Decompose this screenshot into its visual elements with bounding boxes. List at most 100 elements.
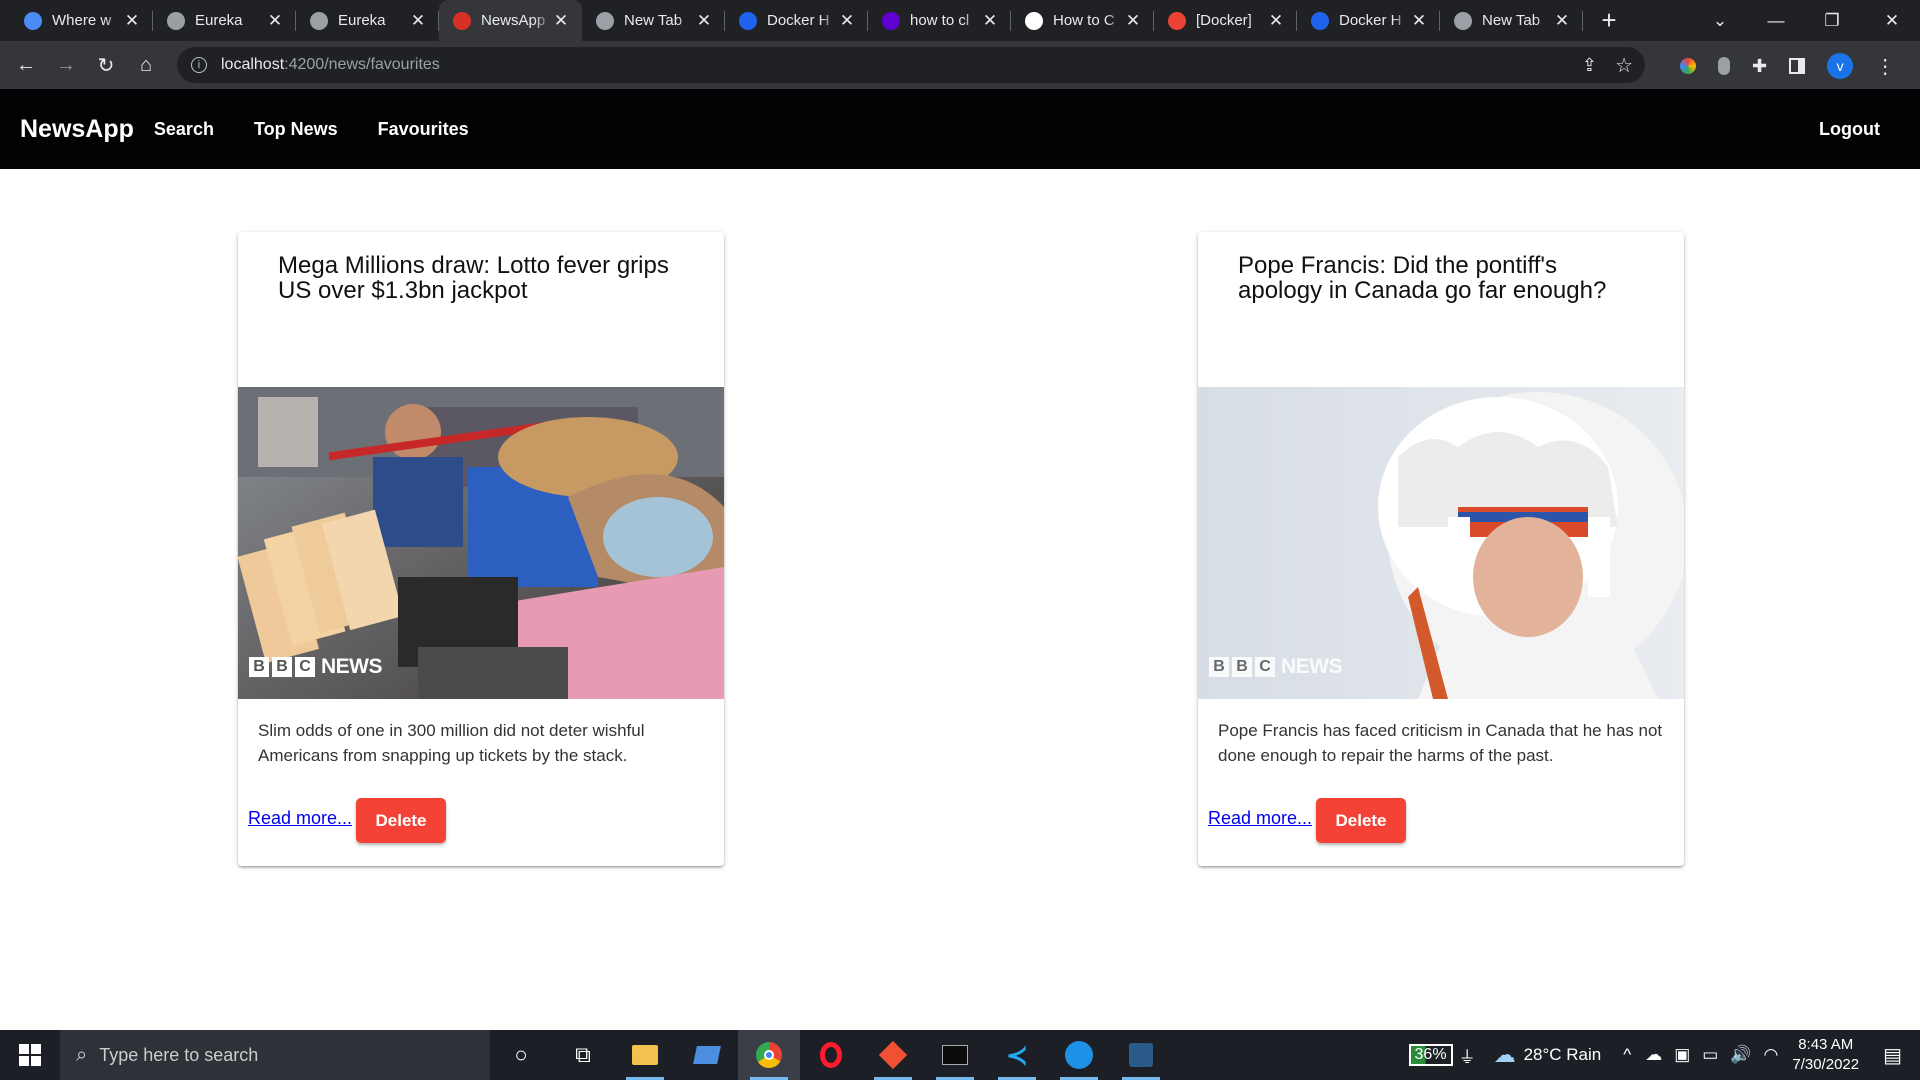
- gmail-icon: [1168, 11, 1186, 30]
- read-more-link[interactable]: Read more...: [248, 808, 352, 829]
- restore-button[interactable]: ❐: [1804, 0, 1860, 41]
- tab-search-button[interactable]: ⌄: [1692, 0, 1748, 41]
- file-explorer-icon[interactable]: [614, 1030, 676, 1080]
- vscode-icon[interactable]: ≺: [986, 1030, 1048, 1080]
- browser-tab[interactable]: how to cl ✕: [868, 0, 1011, 41]
- globe-icon: [596, 11, 614, 30]
- close-tab-icon[interactable]: ✕: [838, 11, 856, 31]
- nav-search[interactable]: Search: [154, 119, 214, 140]
- card-image: B B C NEWS: [238, 387, 724, 699]
- cortana-icon[interactable]: ○: [490, 1030, 552, 1080]
- browser-tab[interactable]: Eureka ✕: [296, 0, 439, 41]
- card-title: Pope Francis: Did the pontiff's apology …: [1238, 252, 1607, 304]
- tab-title: Eureka: [338, 12, 386, 29]
- browser-tab[interactable]: Where w ✕: [10, 0, 153, 41]
- start-button[interactable]: [0, 1030, 60, 1080]
- close-tab-icon[interactable]: ✕: [123, 11, 141, 31]
- extension-mic-icon[interactable]: [1718, 57, 1730, 75]
- app-brand[interactable]: NewsApp: [20, 115, 134, 144]
- browser-tab[interactable]: Docker H ✕: [1297, 0, 1440, 41]
- search-icon: ⌕: [76, 1043, 88, 1066]
- nav-favourites[interactable]: Favourites: [378, 119, 469, 140]
- git-icon[interactable]: [862, 1030, 924, 1080]
- taskbar-search[interactable]: ⌕ Type here to search: [60, 1030, 490, 1080]
- close-tab-icon[interactable]: ✕: [266, 11, 284, 31]
- profile-avatar[interactable]: v: [1827, 53, 1854, 79]
- browser-tab[interactable]: Eureka ✕: [153, 0, 296, 41]
- close-tab-icon[interactable]: ✕: [1267, 11, 1285, 31]
- windows-taskbar: ⌕ Type here to search ○ ⧉ ≺ 36% ⏚ ☁ 28°C…: [0, 1030, 1920, 1080]
- globe-icon: [1454, 11, 1472, 30]
- close-tab-icon[interactable]: ✕: [1553, 11, 1571, 31]
- side-panel-icon[interactable]: [1789, 58, 1806, 74]
- slack-icon: [24, 11, 42, 30]
- card-title: Mega Millions draw: Lotto fever grips US…: [278, 252, 669, 304]
- task-view-icon[interactable]: ⧉: [552, 1030, 614, 1080]
- minimize-button[interactable]: —: [1748, 0, 1804, 41]
- battery-icon[interactable]: ▭: [1702, 1045, 1718, 1065]
- extensions-puzzle-icon[interactable]: ✚: [1752, 56, 1767, 77]
- chevron-up-icon[interactable]: ^: [1623, 1045, 1631, 1065]
- close-window-button[interactable]: ✕: [1864, 0, 1920, 41]
- globe-icon: [167, 11, 185, 30]
- read-more-link[interactable]: Read more...: [1208, 808, 1312, 829]
- reload-button[interactable]: ↻: [86, 45, 126, 85]
- mysql-workbench-icon[interactable]: [1110, 1030, 1172, 1080]
- chrome-icon[interactable]: [738, 1030, 800, 1080]
- bookmark-star-icon[interactable]: ☆: [1615, 53, 1633, 78]
- notification-icon[interactable]: ▤: [1883, 1043, 1902, 1068]
- back-button[interactable]: ←: [6, 45, 46, 85]
- tab-title: Docker H: [1339, 12, 1402, 29]
- delete-button[interactable]: Delete: [1316, 798, 1406, 843]
- browser-tab[interactable]: How to C ✕: [1011, 0, 1154, 41]
- onedrive-icon[interactable]: ☁: [1645, 1045, 1662, 1065]
- app-navbar: NewsApp Search Top News Favourites Logou…: [0, 89, 1920, 169]
- address-bar[interactable]: i localhost:4200/news/favourites ⇪ ☆: [177, 47, 1645, 83]
- site-info-icon[interactable]: i: [191, 57, 207, 73]
- extension-color-icon[interactable]: [1680, 58, 1696, 74]
- terminal-icon[interactable]: [924, 1030, 986, 1080]
- card-description: Pope Francis has faced criticism in Cana…: [1218, 721, 1663, 765]
- browser-tab-bar: Where w ✕ Eureka ✕ Eureka ✕ NewsApp ✕ New Tab ✕ Do…: [0, 0, 1920, 41]
- battery-indicator[interactable]: 36% ⏚: [1408, 1043, 1476, 1068]
- device-icon[interactable]: ▣: [1674, 1045, 1690, 1065]
- news-card: Mega Millions draw: Lotto fever grips US…: [238, 232, 724, 866]
- close-tab-icon[interactable]: ✕: [695, 11, 713, 31]
- docker-icon[interactable]: [1048, 1030, 1110, 1080]
- clock-date: 7/30/2022: [1792, 1056, 1860, 1073]
- clock[interactable]: 8:43 AM 7/30/2022: [1792, 1035, 1859, 1075]
- nav-top-news[interactable]: Top News: [254, 119, 338, 140]
- weather-text[interactable]: 28°C Rain: [1524, 1045, 1602, 1065]
- tab-title: Eureka: [195, 12, 243, 29]
- close-tab-icon[interactable]: ✕: [409, 11, 427, 31]
- new-tab-button[interactable]: +: [1589, 5, 1629, 36]
- share-icon[interactable]: ⇪: [1582, 55, 1597, 76]
- reload-icon: ↻: [97, 54, 115, 77]
- browser-tab[interactable]: New Tab ✕: [1440, 0, 1583, 41]
- delete-button[interactable]: Delete: [356, 798, 446, 843]
- volume-icon[interactable]: 🔊: [1730, 1045, 1751, 1065]
- forward-button[interactable]: →: [46, 45, 86, 85]
- browser-tab[interactable]: Docker H ✕: [725, 0, 868, 41]
- windows-logo-icon: [19, 1044, 41, 1066]
- home-icon: ⌂: [139, 53, 153, 76]
- close-tab-icon[interactable]: ✕: [552, 11, 570, 31]
- browser-tab[interactable]: NewsApp ✕: [439, 0, 582, 41]
- yahoo-icon: [882, 11, 900, 30]
- tab-strip: Where w ✕ Eureka ✕ Eureka ✕ NewsApp ✕ New Tab ✕ Do…: [10, 0, 1583, 41]
- close-tab-icon[interactable]: ✕: [1410, 11, 1428, 31]
- logout-link[interactable]: Logout: [1819, 119, 1880, 140]
- menu-kebab-icon[interactable]: ⋮: [1875, 54, 1895, 79]
- browser-tab[interactable]: [Docker] ✕: [1154, 0, 1297, 41]
- github-icon: [1025, 11, 1043, 30]
- opera-icon[interactable]: [800, 1030, 862, 1080]
- close-tab-icon[interactable]: ✕: [981, 11, 999, 31]
- arrow-right-icon: →: [56, 53, 76, 76]
- tab-title: Where w: [52, 12, 112, 29]
- taskbar-search-placeholder: Type here to search: [99, 1044, 259, 1065]
- wifi-icon[interactable]: ◠: [1764, 1045, 1779, 1065]
- app-icon[interactable]: [676, 1030, 738, 1080]
- home-button[interactable]: ⌂: [126, 45, 166, 85]
- browser-tab[interactable]: New Tab ✕: [582, 0, 725, 41]
- close-tab-icon[interactable]: ✕: [1124, 11, 1142, 31]
